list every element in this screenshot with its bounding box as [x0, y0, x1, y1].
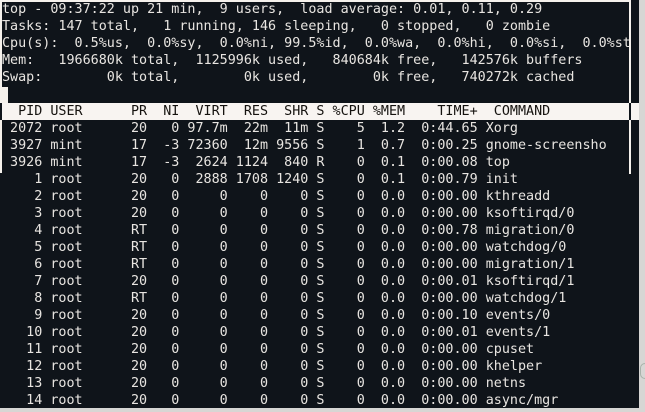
terminal-window[interactable]: top - 09:37:22 up 21 min, 9 users, load … — [0, 0, 645, 412]
table-row: 11 root 20 0 0 0 0 S 0 0.0 0:00.00 cpuse… — [2, 341, 607, 358]
table-row: 3 root 20 0 0 0 0 S 0 0.0 0:00.00 ksofti… — [2, 205, 607, 222]
selection-border-left — [0, 0, 2, 173]
table-row: 3927 mint 17 -3 72360 12m 9556 S 1 0.7 0… — [2, 137, 607, 154]
desktop-edge-right — [639, 0, 645, 412]
background-widget-outline — [640, 363, 645, 379]
table-row: 10 root 20 0 0 0 0 S 0 0.0 0:00.01 event… — [2, 324, 607, 341]
summary-mem-line: Mem: 1966680k total, 1125996k used, 8406… — [2, 52, 631, 69]
table-row: 8 root RT 0 0 0 0 S 0 0.0 0:00.00 watchd… — [2, 290, 607, 307]
table-row: 14 root 20 0 0 0 0 S 0 0.0 0:00.00 async… — [2, 392, 607, 409]
table-row: 13 root 20 0 0 0 0 S 0 0.0 0:00.00 netns — [2, 375, 607, 392]
table-row: 2072 root 20 0 97.7m 22m 11m S 5 1.2 0:4… — [2, 120, 607, 137]
selection-border-right-inverted — [629, 103, 631, 120]
table-row: 5 root RT 0 0 0 0 S 0 0.0 0:00.00 watchd… — [2, 239, 607, 256]
process-table: 2072 root 20 0 97.7m 22m 11m S 5 1.2 0:4… — [2, 120, 607, 409]
selection-border-left-inverted — [0, 103, 2, 120]
table-row: 3926 mint 17 -3 2624 1124 840 R 0 0.1 0:… — [2, 154, 607, 171]
selection-border-top — [0, 0, 631, 2]
table-row: 1 root 20 0 2888 1708 1240 S 0 0.1 0:00.… — [2, 171, 607, 188]
table-row: 9 root 20 0 0 0 0 S 0 0.0 0:00.10 events… — [2, 307, 607, 324]
desktop-edge-bottom — [0, 408, 645, 412]
summary-tasks-line: Tasks: 147 total, 1 running, 146 sleepin… — [2, 18, 631, 35]
table-header-text: PID USER PR NI VIRT RES SHR S %CPU %MEM … — [2, 103, 550, 120]
table-row: 6 root RT 0 0 0 0 S 0 0.0 0:00.00 migrat… — [2, 256, 607, 273]
selection-border-right — [629, 0, 631, 174]
summary-swap-line: Swap: 0k total, 0k used, 0k free, 740272… — [2, 69, 631, 86]
top-summary-block: top - 09:37:22 up 21 min, 9 users, load … — [2, 1, 631, 86]
summary-cpu-line: Cpu(s): 0.5%us, 0.0%sy, 0.0%ni, 99.5%id,… — [2, 35, 631, 52]
table-row: 4 root RT 0 0 0 0 S 0 0.0 0:00.78 migrat… — [2, 222, 607, 239]
table-row: 7 root 20 0 0 0 0 S 0 0.0 0:00.01 ksofti… — [2, 273, 607, 290]
table-row: 2 root 20 0 0 0 0 S 0 0.0 0:00.00 kthrea… — [2, 188, 607, 205]
summary-uptime-line: top - 09:37:22 up 21 min, 9 users, load … — [2, 1, 631, 18]
table-row: 12 root 20 0 0 0 0 S 0 0.0 0:00.00 khelp… — [2, 358, 607, 375]
table-header-row: PID USER PR NI VIRT RES SHR S %CPU %MEM … — [0, 103, 639, 120]
